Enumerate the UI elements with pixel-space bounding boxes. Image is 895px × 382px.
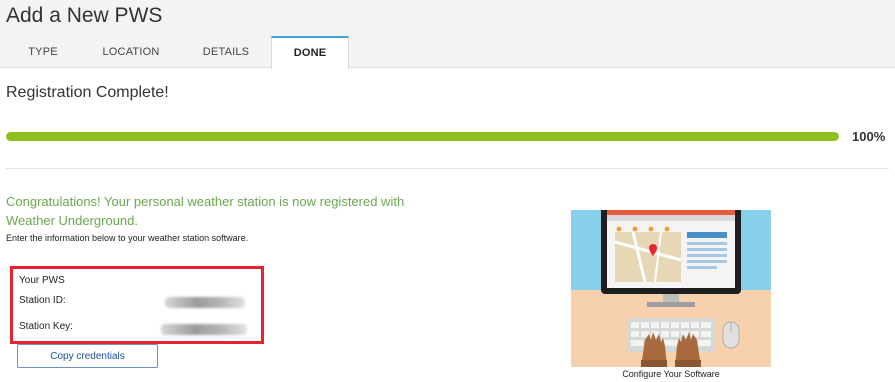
page-header: Add a New PWS TYPE LOCATION DETAILS DONE xyxy=(0,0,895,69)
illustration-caption: Configure Your Software xyxy=(622,369,720,379)
station-id-label: Station ID: xyxy=(19,295,66,306)
tab-done[interactable]: DONE xyxy=(271,36,349,69)
computer-setup-illustration xyxy=(571,210,771,367)
congratulations-message: Congratulations! Your personal weather s… xyxy=(6,194,405,228)
progress-bar-fill xyxy=(6,132,839,141)
wizard-tabs: TYPE LOCATION DETAILS DONE xyxy=(5,36,349,69)
redacted-station-id xyxy=(165,297,245,308)
copy-credentials-button[interactable]: Copy credentials xyxy=(17,344,158,368)
tab-details[interactable]: DETAILS xyxy=(181,36,271,68)
computer-setup-svg xyxy=(571,210,771,367)
divider xyxy=(6,168,889,169)
credentials-heading: Your PWS xyxy=(19,275,65,286)
station-key-label: Station Key: xyxy=(19,321,73,332)
progress-percent: 100% xyxy=(852,129,886,144)
instructions-text: Enter the information below to your weat… xyxy=(6,233,249,243)
station-id-value xyxy=(165,297,245,311)
progress-bar xyxy=(6,132,839,141)
station-key-value xyxy=(161,324,247,338)
tab-location[interactable]: LOCATION xyxy=(81,36,181,68)
tab-type[interactable]: TYPE xyxy=(5,36,81,68)
page-title: Add a New PWS xyxy=(6,4,163,27)
credentials-box: Your PWS Station ID: Station Key: xyxy=(10,266,264,344)
redacted-station-key xyxy=(161,324,247,335)
registration-title: Registration Complete! xyxy=(6,84,169,101)
